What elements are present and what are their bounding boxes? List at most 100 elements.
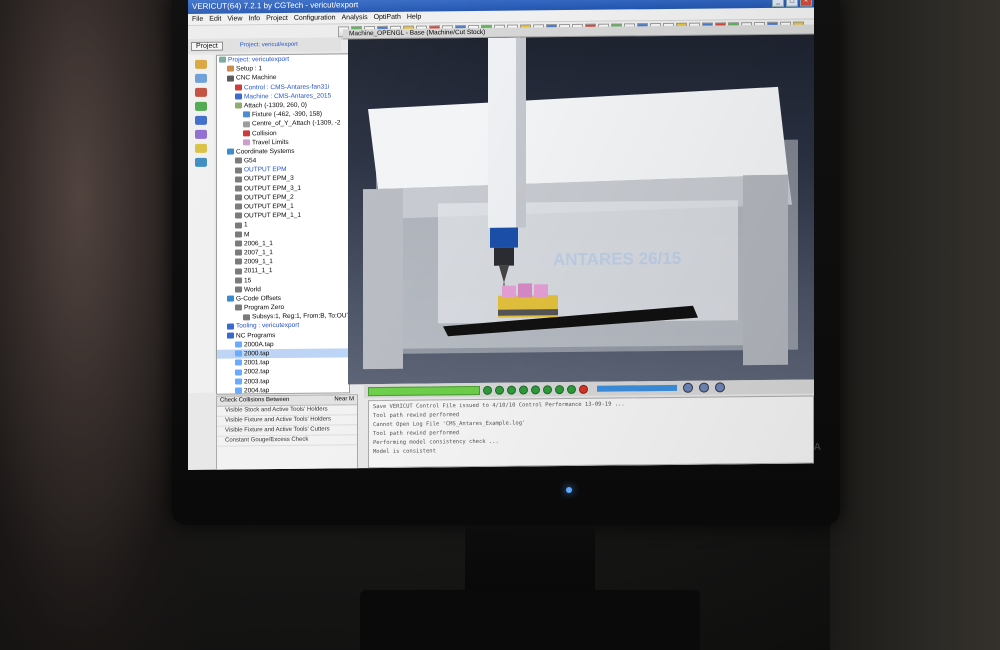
tree-node-icon [235, 93, 242, 100]
menu-item-file[interactable]: File [192, 14, 203, 25]
tree-item-label: Project: vericutexport [228, 55, 290, 64]
menu-item-edit[interactable]: Edit [209, 14, 221, 25]
rewind-button[interactable] [483, 385, 492, 395]
folder-icon[interactable] [195, 143, 207, 153]
tree-item-label: OUTPUT EPM_3_1 [244, 184, 301, 193]
menu-item-analysis[interactable]: Analysis [342, 12, 368, 23]
tree-item-label: Centre_of_Y_Attach (-1309, -2 [252, 119, 341, 128]
tree-item-label: World [244, 285, 261, 294]
reset-view-icon[interactable] [715, 382, 725, 393]
tree-item-label: Travel Limits [252, 138, 289, 147]
speed-slider[interactable] [597, 384, 677, 392]
cnc-machine-render: ANTARES 26/15 [363, 37, 798, 370]
menu-item-help[interactable]: Help [407, 12, 421, 23]
stop-button[interactable] [579, 384, 588, 394]
zoom-icon[interactable] [683, 382, 693, 393]
tree-item-label: Machine : CMS-Antares_2015 [244, 92, 332, 101]
tree-item-label: Fixture (-462, -390, 158) [252, 110, 323, 119]
view-icon[interactable] [195, 73, 207, 83]
tree-item-label: 2006_1_1 [244, 239, 273, 248]
tree-node-icon [235, 369, 242, 376]
tree-node-icon [235, 378, 242, 385]
tree-item-label: 2001.tap [244, 359, 270, 367]
menu-item-view[interactable]: View [227, 13, 242, 24]
step-back-button[interactable] [495, 385, 504, 395]
tree-node-icon [235, 258, 242, 265]
machine-3d-viewport[interactable]: ANTARES 26/15 [348, 34, 814, 385]
message-log: Save VERICUT Control File issued to 4/10… [368, 395, 814, 469]
tree-node-icon [235, 166, 242, 174]
collision-check-row[interactable]: Constant Gouge/Excess Check [217, 435, 357, 447]
project-bar: Project Project: vericut/export [188, 37, 341, 53]
tree-node-icon [235, 249, 242, 256]
tree-node-icon [235, 102, 242, 109]
tree-node-icon [235, 212, 242, 219]
tree-item-label: 1 [244, 221, 248, 229]
tree-item-label: M [244, 230, 250, 238]
single-step-button[interactable] [531, 384, 540, 394]
tree-node-icon [243, 139, 250, 146]
menu-item-info[interactable]: Info [248, 13, 260, 24]
tree-item-label: OUTPUT EPM_3 [244, 175, 294, 183]
play-button[interactable] [507, 385, 516, 395]
tree-item-label: Control : CMS-Antares-fan31i [244, 83, 330, 91]
vericut-screen: VERICUT(64) 7.2.1 by CGTech - vericut/ex… [188, 0, 814, 470]
tree-item[interactable]: Centre_of_Y_Attach (-1309, -2 [217, 119, 349, 130]
tree-node-icon [227, 332, 234, 339]
machine-label: ANTARES 26/15 [553, 249, 681, 269]
tree-node-icon [243, 120, 250, 128]
tree-item-label: G54 [244, 157, 257, 165]
menu-item-project[interactable]: Project [266, 13, 288, 24]
collision-check-panel: Check Collisions Between Near M Visible … [216, 394, 358, 470]
project-tree: Project: vericutexport Setup : 1 CNC Machi… [216, 53, 350, 395]
tree-item-label: 2009_1_1 [244, 258, 273, 266]
tree-node-icon [243, 313, 250, 320]
tree-item-label: Coordinate Systems [236, 147, 295, 156]
coordinate-icon[interactable] [195, 115, 207, 125]
tree-item-label: 2011_1_1 [244, 267, 273, 275]
tree-item-label: OUTPUT EPM_1 [244, 202, 294, 211]
window-title: VERICUT(64) 7.2.1 by CGTech - vericut/ex… [192, 0, 359, 11]
tool-icon[interactable] [195, 101, 207, 111]
tree-item-label: 2007_1_1 [244, 249, 273, 257]
power-led-icon[interactable] [566, 487, 572, 493]
tree-node-icon [235, 157, 242, 164]
tree-node-icon [235, 277, 242, 284]
tree-node-icon [235, 341, 242, 348]
save-icon[interactable] [195, 157, 207, 167]
background-wall [830, 0, 1000, 650]
tree-item-label: Program Zero [244, 304, 285, 312]
collision-icon[interactable] [195, 87, 207, 97]
tree-node-icon [235, 176, 242, 183]
tree-node-icon [227, 75, 234, 82]
tree-item-label: Setup : 1 [236, 65, 263, 73]
tree-item-label: NC Programs [236, 331, 276, 340]
step-forward-button[interactable] [543, 384, 552, 394]
settings-icon[interactable] [195, 129, 207, 139]
blurred-person-foreground [0, 0, 200, 650]
menu-item-configuration[interactable]: Configuration [294, 12, 336, 23]
tree-node-icon [227, 148, 234, 155]
fast-forward-button[interactable] [567, 384, 576, 394]
tree-item[interactable]: 2004.tap [217, 385, 349, 395]
tree-node-icon [235, 84, 242, 91]
close-button[interactable]: × [800, 0, 812, 7]
tree-item-label: 2000A.tap [244, 340, 274, 349]
monitor-base [360, 590, 700, 650]
tree-node-icon [235, 304, 242, 311]
tree-item-label: Tooling : vericutexport [236, 322, 300, 330]
play-to-end-button[interactable] [519, 384, 528, 395]
tree-node-icon [235, 240, 242, 247]
project-button[interactable]: Project [191, 41, 223, 51]
tree-node-icon [235, 194, 242, 201]
tree-item-label: 2003.tap [244, 377, 270, 385]
tree-item-label: 2004.tap [244, 386, 270, 395]
minimize-button[interactable]: _ [772, 0, 784, 7]
tree-node-icon [227, 295, 234, 302]
loop-button[interactable] [555, 384, 564, 394]
maximize-button[interactable]: □ [786, 0, 798, 7]
project-icon[interactable] [195, 59, 207, 69]
tree-item-label: Attach (-1309, 260, 0) [244, 101, 307, 110]
menu-item-optipath[interactable]: OptiPath [374, 12, 401, 23]
rotate-icon[interactable] [699, 382, 709, 393]
